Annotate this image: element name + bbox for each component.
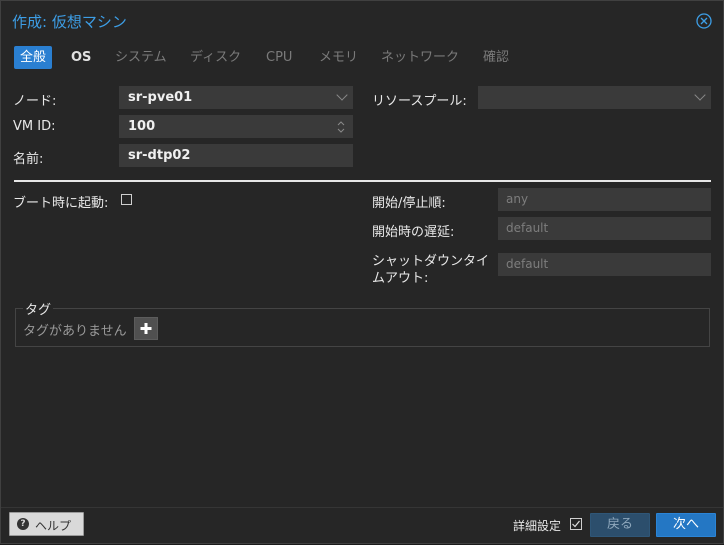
name-label: 名前: <box>13 152 44 167</box>
shutdown-timeout-input[interactable]: default <box>498 253 711 276</box>
close-icon[interactable] <box>696 13 712 29</box>
startup-delay-label: 開始時の遅延: <box>372 225 455 240</box>
add-tag-button[interactable] <box>134 317 158 340</box>
tab-network[interactable]: ネットワーク <box>375 46 465 69</box>
section-divider <box>14 180 711 182</box>
name-value: sr-dtp02 <box>128 148 191 163</box>
tab-cpu[interactable]: CPU <box>260 46 298 69</box>
tab-system[interactable]: システム <box>109 46 173 69</box>
advanced-label: 詳細設定 <box>513 519 562 533</box>
advanced-checkbox[interactable] <box>570 518 582 530</box>
node-select[interactable]: sr-pve01 <box>119 86 353 109</box>
create-vm-dialog: 作成: 仮想マシン 全般 OS システム ディスク CPU メモリ ネットワーク… <box>0 0 724 544</box>
spinner-icon[interactable] <box>336 118 346 136</box>
vmid-value: 100 <box>128 119 156 134</box>
name-input[interactable]: sr-dtp02 <box>119 144 353 167</box>
help-label: ヘルプ <box>35 519 72 533</box>
order-input[interactable]: any <box>498 188 711 211</box>
vmid-input[interactable]: 100 <box>119 115 353 138</box>
pool-label: リソースプール: <box>372 94 467 109</box>
help-button[interactable]: ? ヘルプ <box>9 512 84 536</box>
next-button[interactable]: 次へ <box>656 513 716 537</box>
boot-label: ブート時に起動: <box>13 196 109 211</box>
vmid-label: VM ID: <box>13 119 56 134</box>
pool-select[interactable] <box>478 86 711 109</box>
tab-memory[interactable]: メモリ <box>313 46 364 69</box>
order-label: 開始/停止順: <box>372 196 446 211</box>
plus-icon <box>140 323 152 334</box>
check-icon <box>572 520 580 528</box>
back-button[interactable]: 戻る <box>590 513 650 537</box>
chevron-down-icon <box>336 89 348 101</box>
boot-checkbox[interactable] <box>121 194 132 205</box>
tab-confirm[interactable]: 確認 <box>477 46 515 69</box>
tab-disk[interactable]: ディスク <box>184 46 247 69</box>
tab-general[interactable]: 全般 <box>14 46 53 69</box>
dialog-title: 作成: 仮想マシン <box>12 13 127 31</box>
no-tags-text: タグがありません <box>23 324 127 339</box>
question-icon: ? <box>17 518 29 530</box>
tags-legend: タグ <box>23 299 54 318</box>
dialog-titlebar: 作成: 仮想マシン <box>1 1 723 41</box>
chevron-down-icon <box>694 89 706 101</box>
node-label: ノード: <box>13 94 57 109</box>
tab-os[interactable]: OS <box>65 46 97 69</box>
shutdown-timeout-label-line2: ムアウト: <box>372 271 429 286</box>
shutdown-timeout-placeholder: default <box>506 257 549 271</box>
startup-delay-placeholder: default <box>506 221 549 235</box>
order-placeholder: any <box>506 192 529 206</box>
startup-delay-input[interactable]: default <box>498 217 711 240</box>
node-value: sr-pve01 <box>128 90 193 105</box>
